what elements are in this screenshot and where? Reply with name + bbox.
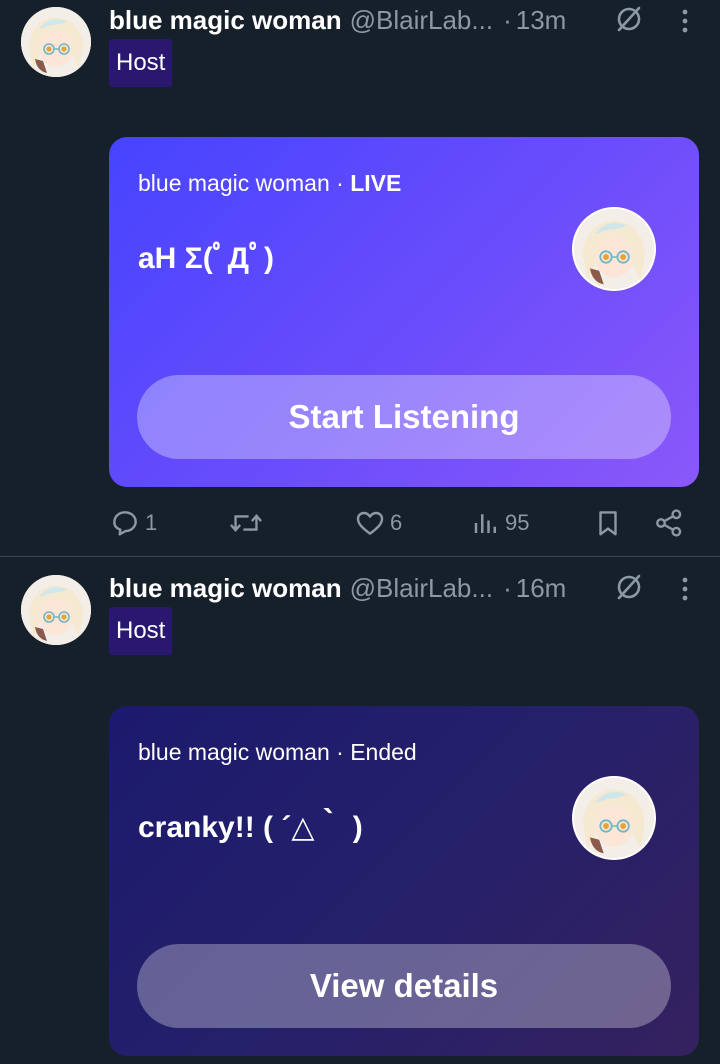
author-avatar[interactable] (21, 7, 91, 77)
host-badge: Host (109, 39, 173, 87)
reply-count: 1 (145, 510, 158, 535)
space-host-avatar (572, 776, 656, 860)
post-header: blue magic woman @BlairLab... · 16m (109, 570, 709, 606)
more-options-icon[interactable] (675, 574, 695, 604)
author-name[interactable]: blue magic woman (109, 5, 342, 36)
separator-dot: · (503, 572, 512, 603)
grok-icon[interactable] (614, 572, 644, 602)
host-badge: Host (109, 607, 173, 655)
view-count: 95 (505, 510, 530, 535)
space-separator: · (336, 170, 344, 196)
space-meta: blue magic woman · Ended (138, 739, 417, 766)
reply-button[interactable]: 1 (109, 503, 157, 543)
more-options-icon[interactable] (675, 6, 695, 36)
post-header: blue magic woman @BlairLab... · 13m (109, 2, 709, 38)
views-button[interactable]: 95 (471, 503, 529, 543)
space-host-name: blue magic woman (138, 170, 330, 196)
space-card[interactable]: blue magic woman · LIVE aH Σ(ﾟДﾟ) Start … (109, 137, 699, 487)
share-button[interactable] (653, 503, 685, 543)
space-meta: blue magic woman · LIVE (138, 170, 401, 197)
post-time[interactable]: 13m (516, 5, 567, 36)
separator-dot: · (503, 4, 512, 35)
space-post-ended[interactable]: blue magic woman @BlairLab... · 16m Host… (0, 557, 720, 1064)
space-title: aH Σ(ﾟДﾟ) (138, 242, 275, 275)
heart-icon (356, 511, 384, 535)
author-avatar[interactable] (21, 575, 91, 645)
post-time[interactable]: 16m (516, 573, 567, 604)
action-bar: 1 6 95 (109, 503, 689, 543)
analytics-icon (474, 514, 496, 533)
space-host-name: blue magic woman (138, 739, 330, 765)
author-handle[interactable]: @BlairLab... (350, 573, 493, 604)
share-icon (656, 509, 682, 537)
reply-icon (113, 511, 137, 536)
view-details-button[interactable]: View details (137, 944, 671, 1028)
repost-icon (230, 514, 262, 532)
grok-icon[interactable] (614, 4, 644, 34)
bookmark-icon (599, 511, 617, 536)
repost-button[interactable] (229, 503, 267, 543)
space-host-avatar (572, 207, 656, 291)
space-status: Ended (350, 739, 417, 765)
space-separator: · (336, 739, 344, 765)
like-count: 6 (390, 510, 403, 535)
bookmark-button[interactable] (593, 503, 623, 543)
space-post-live[interactable]: blue magic woman @BlairLab... · 13m Host… (0, 0, 720, 556)
like-button[interactable]: 6 (354, 503, 402, 543)
space-status: LIVE (350, 170, 402, 196)
author-name[interactable]: blue magic woman (109, 573, 342, 604)
space-card[interactable]: blue magic woman · Ended cranky!! ( ´△｀ … (109, 706, 699, 1056)
start-listening-button[interactable]: Start Listening (137, 375, 671, 459)
space-title: cranky!! ( ´△｀ ) (138, 811, 363, 844)
author-handle[interactable]: @BlairLab... (350, 5, 493, 36)
